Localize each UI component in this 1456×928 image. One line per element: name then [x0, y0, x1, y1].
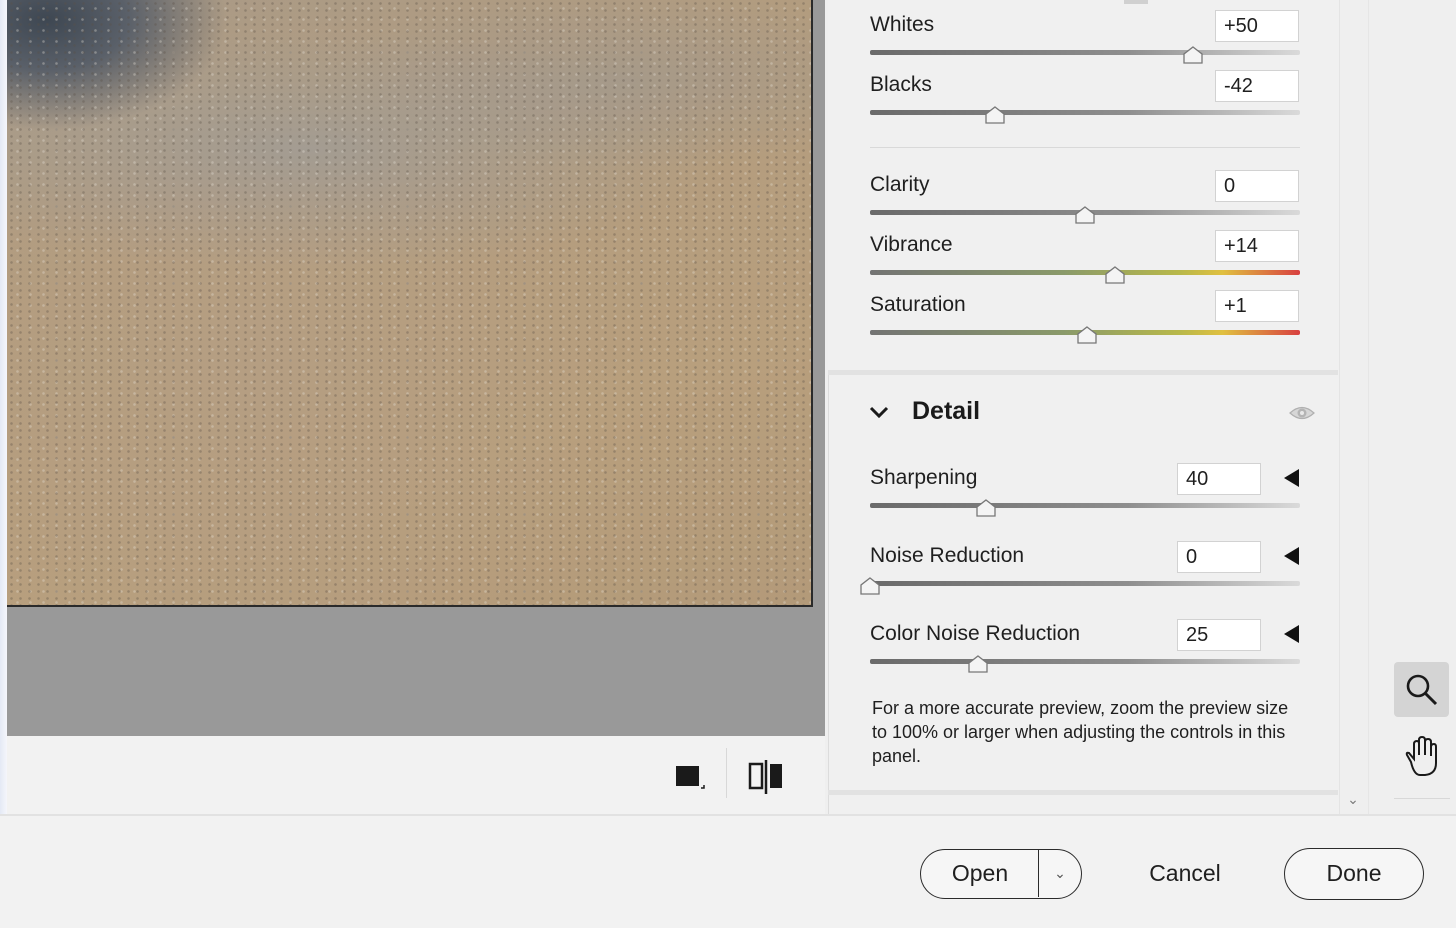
- whites-value-field[interactable]: +50: [1215, 10, 1299, 42]
- vibrance-slider-track[interactable]: [870, 270, 1300, 275]
- cancel-button[interactable]: Cancel: [1130, 849, 1240, 899]
- color-noise-reduction-value-field[interactable]: 25: [1177, 619, 1261, 651]
- slider-label: Saturation: [870, 293, 966, 316]
- single-view-icon[interactable]: [675, 764, 705, 792]
- whites-slider-track[interactable]: [870, 50, 1300, 55]
- sharpening-slider-track[interactable]: [870, 503, 1300, 508]
- slider-label: Noise Reduction: [870, 544, 1025, 567]
- window-edge: [0, 0, 7, 928]
- triangle-left-icon[interactable]: [1284, 469, 1299, 487]
- toolbar-divider: [726, 748, 727, 798]
- saturation-value-field[interactable]: +1: [1215, 290, 1299, 322]
- whites-slider-thumb[interactable]: [1182, 46, 1203, 64]
- hand-tool-icon[interactable]: [1396, 732, 1446, 782]
- done-button[interactable]: Done: [1284, 848, 1424, 900]
- clarity-slider-thumb[interactable]: [1075, 206, 1095, 224]
- blacks-slider-thumb[interactable]: [985, 106, 1005, 124]
- chevron-down-icon[interactable]: ⌄: [1039, 850, 1081, 898]
- detail-preview-note: For a more accurate preview, zoom the pr…: [872, 698, 1289, 766]
- open-button[interactable]: Open ⌄: [920, 849, 1082, 899]
- section-divider: [828, 370, 1338, 375]
- clarity-value-field[interactable]: 0: [1215, 170, 1299, 202]
- slider-label: Clarity: [870, 173, 930, 196]
- noise-reduction-value-field[interactable]: 0: [1177, 541, 1261, 573]
- triangle-left-icon[interactable]: [1284, 547, 1299, 565]
- chevron-down-icon[interactable]: [868, 402, 890, 422]
- panel-scrollbar[interactable]: [1339, 0, 1368, 814]
- before-after-compare-icon[interactable]: [748, 760, 784, 794]
- section-divider: [828, 790, 1338, 795]
- vibrance-slider-thumb[interactable]: [1105, 266, 1125, 284]
- zoom-tool-icon[interactable]: [1394, 662, 1449, 717]
- slider-thumb-partial: [1124, 0, 1148, 4]
- color-noise-reduction-slider-track[interactable]: [870, 659, 1300, 664]
- sharpening-slider-thumb[interactable]: [976, 499, 996, 517]
- slider-label: Sharpening: [870, 466, 978, 489]
- color-noise-reduction-slider-thumb[interactable]: [967, 655, 988, 673]
- slider-label: Whites: [870, 13, 935, 36]
- slider-label: Color Noise Reduction: [870, 622, 1081, 645]
- preview-image[interactable]: [7, 0, 813, 607]
- tools-divider: [1394, 798, 1450, 799]
- vibrance-value-field[interactable]: +14: [1215, 230, 1299, 262]
- blacks-value-field[interactable]: -42: [1215, 70, 1299, 102]
- slider-label: Vibrance: [870, 233, 953, 256]
- noise-reduction-slider-track[interactable]: [870, 581, 1300, 586]
- triangle-left-icon[interactable]: [1284, 625, 1299, 643]
- saturation-slider-thumb[interactable]: [1077, 326, 1097, 344]
- chevron-down-icon[interactable]: ⌄: [1344, 790, 1362, 808]
- slider-group-divider: [870, 147, 1300, 148]
- noise-reduction-slider-thumb[interactable]: [860, 577, 880, 595]
- sharpening-value-field[interactable]: 40: [1177, 463, 1261, 495]
- open-button-label[interactable]: Open: [921, 850, 1039, 898]
- blacks-slider-track[interactable]: [870, 110, 1300, 115]
- detail-section-title[interactable]: Detail: [912, 397, 980, 426]
- eye-icon[interactable]: [1288, 402, 1316, 424]
- slider-label: Blacks: [870, 73, 932, 96]
